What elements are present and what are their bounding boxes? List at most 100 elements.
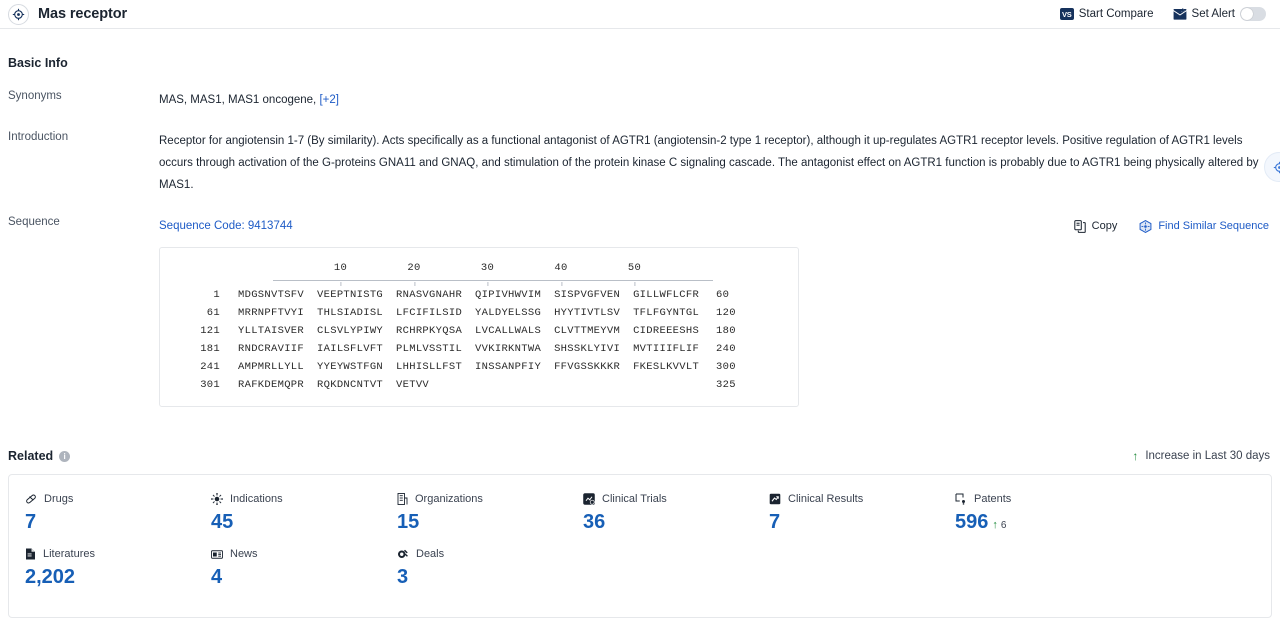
related-card-header: Clinical Results (769, 493, 955, 505)
related-card-clinical-results[interactable]: Clinical Results 7 (769, 493, 955, 534)
sequence-chunk: MVTIIIFLIF (633, 343, 700, 355)
sequence-line: 121 YLLTAISVER CLSVLYPIWY RCHRPKYQSA LVCALLW… (178, 322, 780, 340)
related-card-value: 7 (769, 511, 955, 534)
info-icon[interactable]: i (59, 450, 71, 462)
related-card-label: Patents (974, 493, 1012, 505)
related-card-clinical-trials[interactable]: Clinical Trials 36 (583, 493, 769, 534)
increase-legend: ↑ Increase in Last 30 days (1132, 450, 1272, 462)
related-card-label: Clinical Results (788, 493, 864, 505)
synonyms-label: Synonyms (8, 90, 62, 102)
related-card-delta: ↑ 6 (992, 520, 1007, 532)
sequence-ruler: 10 20 30 40 50 (273, 262, 713, 286)
sequence-label: Sequence (8, 216, 60, 228)
introduction-row: Introduction Receptor for angiotensin 1-… (8, 130, 1272, 196)
sequence-residues: MRRNPFTVYI THLSIADISL LFCIFILSID YALDYELSSG… (220, 304, 716, 322)
related-title: Related (8, 449, 54, 463)
related-card-value: 15 (397, 511, 583, 534)
capsule-icon (25, 493, 37, 505)
related-card-header: Drugs (25, 493, 211, 505)
related-card-drugs[interactable]: Drugs 7 (25, 493, 211, 534)
sequence-chunk: FFVGSSKKKR (554, 361, 621, 373)
sequence-line: 301 RAFKDEMQPR RQKDNCNTVT VETVV 325 (178, 376, 780, 394)
sequence-chunk: IAILSFLVFT (317, 343, 384, 355)
sequence-chunk: RNASVGNAHR (396, 289, 463, 301)
copy-button[interactable]: Copy (1073, 215, 1117, 237)
find-similar-sequence-button[interactable]: Find Similar Sequence (1139, 215, 1269, 237)
sequence-residues: MDGSNVTSFV VEEPTNISTG RNASVGNAHR QIPIVHWVIM… (220, 286, 716, 304)
related-card-count: 36 (583, 511, 606, 533)
arrow-up-icon: ↑ (1132, 449, 1139, 463)
related-card-count: 45 (211, 511, 234, 533)
sequence-chunk: FKESLKVVLT (633, 361, 700, 373)
increase-legend-label: Increase in Last 30 days (1145, 450, 1270, 462)
related-cards: Drugs 7 Indications 45 Organizations 15 Clinic… (8, 474, 1272, 618)
related-card-count: 7 (769, 511, 781, 533)
sequence-lines: 1 MDGSNVTSFV VEEPTNISTG RNASVGNAHR QIPIVHWVI… (178, 286, 780, 394)
ruler-tick: 40 (554, 257, 567, 286)
sequence-line: 1 MDGSNVTSFV VEEPTNISTG RNASVGNAHR QIPIVHWVI… (178, 286, 780, 304)
page-title: Mas receptor (38, 6, 128, 22)
related-card-label: Deals (416, 548, 445, 560)
related-card-label: Clinical Trials (602, 493, 667, 505)
sequence-chunk: RNDCRAVIIF (238, 343, 305, 355)
sequence-chunk: YALDYELSSG (475, 307, 542, 319)
related-card-value: 596 ↑ 6 (955, 511, 1141, 534)
synonyms-more-link[interactable]: [+2] (319, 94, 339, 106)
related-card-indications[interactable]: Indications 45 (211, 493, 397, 534)
sequence-chunk: QIPIVHWVIM (475, 289, 542, 301)
related-card-label: Drugs (44, 493, 74, 505)
sequence-code-link[interactable]: Sequence Code: 9413744 (159, 215, 293, 237)
sequence-end-index: 300 (716, 361, 736, 373)
set-alert-label: Set Alert (1191, 8, 1235, 20)
sequence-end-index: 325 (716, 379, 736, 391)
sequence-actions: Copy Find Similar Sequence (1073, 215, 1272, 237)
related-card-value: 4 (211, 566, 397, 589)
related-card-deals[interactable]: Deals 3 (397, 548, 583, 589)
sequence-chunk: VEEPTNISTG (317, 289, 384, 301)
related-card-patents[interactable]: Patents 596 ↑ 6 (955, 493, 1141, 534)
related-card-organizations[interactable]: Organizations 15 (397, 493, 583, 534)
related-card-header: Organizations (397, 493, 583, 505)
sequence-end-index: 180 (716, 325, 736, 337)
sequence-end-index: 60 (716, 289, 730, 301)
ruler-tick: 10 (334, 257, 347, 286)
sequence-chunk: LFCIFILSID (396, 307, 463, 319)
sequence-chunk: RAFKDEMQPR (238, 379, 305, 391)
related-card-header: Clinical Trials (583, 493, 769, 505)
sequence-box: 10 20 30 40 50 1 MDGSNVTSFV VEEPTNISTG RNASVGNA… (159, 247, 799, 407)
sequence-chunk: RQKDNCNTVT (317, 379, 384, 391)
related-card-count: 3 (397, 566, 409, 588)
sequence-chunk: LHHISLLFST (396, 361, 463, 373)
introduction-value: Receptor for angiotensin 1-7 (By similar… (159, 135, 1259, 191)
related-card-label: Indications (230, 493, 283, 505)
set-alert-button[interactable]: Set Alert (1173, 7, 1266, 21)
virus-icon (211, 493, 223, 505)
sequence-chunk: VVKIRKNTWA (475, 343, 542, 355)
related-card-value: 2,202 (25, 566, 211, 589)
sequence-chunk: MDGSNVTSFV (238, 289, 305, 301)
related-card-count: 15 (397, 511, 420, 533)
sequence-line: 181 RNDCRAVIIF IAILSFLVFT PLMLVSSTIL VVKIRKN… (178, 340, 780, 358)
sequence-row: Sequence Sequence Code: 9413744 Copy Fin… (8, 215, 1272, 407)
sequence-residues: RNDCRAVIIF IAILSFLVFT PLMLVSSTIL VVKIRKNTWA… (220, 340, 716, 358)
sequence-end-index: 120 (716, 307, 736, 319)
find-similar-label: Find Similar Sequence (1158, 220, 1269, 232)
ruler-tick: 20 (407, 257, 420, 286)
sequence-header: Sequence Code: 9413744 Copy Find Similar… (159, 215, 1272, 237)
sequence-line: 61 MRRNPFTVYI THLSIADISL LFCIFILSID YALDYELS… (178, 304, 780, 322)
sequence-start-index: 301 (200, 379, 220, 391)
related-card-header: Literatures (25, 548, 211, 560)
top-bar: Mas receptor VS Start Compare Set Alert (0, 0, 1280, 29)
building-icon (397, 493, 408, 505)
sequence-chunk: CLSVLYPIWY (317, 325, 384, 337)
related-card-label: Literatures (43, 548, 95, 560)
related-card-literatures[interactable]: Literatures 2,202 (25, 548, 211, 589)
sequence-chunk: INSSANPFIY (475, 361, 542, 373)
synonyms-value: MAS, MAS1, MAS1 oncogene, (159, 94, 317, 106)
related-card-news[interactable]: News 4 (211, 548, 397, 589)
start-compare-button[interactable]: VS Start Compare (1059, 8, 1154, 20)
related-card-delta-value: 6 (1000, 520, 1007, 531)
alert-toggle[interactable] (1240, 7, 1266, 21)
vs-icon: VS (1059, 8, 1074, 20)
related-card-count: 2,202 (25, 566, 76, 588)
